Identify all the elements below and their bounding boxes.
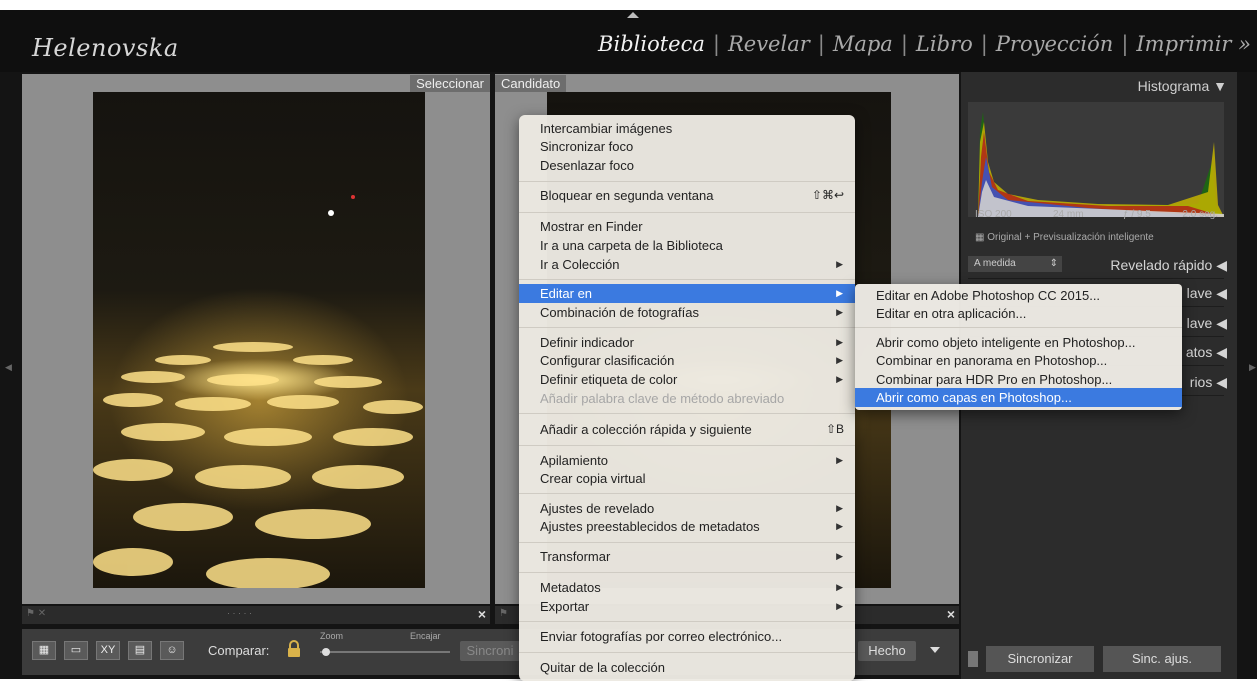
flag-icon[interactable]: ⚑ ✕ — [26, 608, 46, 619]
menu-swap-images[interactable]: Intercambiar imágenes — [519, 119, 855, 138]
menu-set-color-label[interactable]: Definir etiqueta de color ▶ — [519, 370, 855, 389]
preview-icon: ▦ — [975, 232, 988, 243]
submenu-panorama[interactable]: Combinar en panorama en Photoshop... — [855, 351, 1182, 370]
photo-lights — [93, 195, 423, 588]
menu-set-flag[interactable]: Definir indicador ▶ — [519, 333, 855, 352]
zoom-slider[interactable] — [320, 648, 450, 656]
submenu-edit-photoshop[interactable]: Editar en Adobe Photoshop CC 2015... — [855, 286, 1182, 305]
menu-stacking[interactable]: Apilamiento ▶ — [519, 451, 855, 470]
menu-metadata[interactable]: Metadatos ▶ — [519, 578, 855, 597]
module-bar: Helenovska Biblioteca | Revelar | Mapa | Libro… — [0, 10, 1257, 72]
close-select-icon[interactable]: × — [478, 606, 486, 622]
submenu-smart-object[interactable]: Abrir como objeto inteligente en Photosh… — [855, 333, 1182, 352]
module-revelar[interactable]: Revelar — [728, 32, 810, 56]
done-button[interactable]: Hecho — [858, 641, 916, 661]
menu-email-photos[interactable]: Enviar fotografías por correo electrónic… — [519, 627, 855, 646]
menu-photo-merge[interactable]: Combinación de fotografías ▶ — [519, 303, 855, 322]
iso-value: ISO 200 — [975, 209, 1012, 220]
survey-view-icon[interactable]: ▤ — [128, 641, 152, 660]
menu-develop-settings[interactable]: Ajustes de revelado ▶ — [519, 499, 855, 518]
right-panel-toggle-icon[interactable]: ▶ — [1249, 362, 1256, 373]
submenu-hdr-pro[interactable]: Combinar para HDR Pro en Photoshop... — [855, 370, 1182, 389]
menu-add-quick-collection[interactable]: Añadir a colección rápida y siguiente ⇧B — [519, 420, 855, 439]
select-photo[interactable] — [93, 92, 425, 588]
left-panel-toggle-icon[interactable]: ◀ — [5, 362, 12, 373]
menu-export[interactable]: Exportar ▶ — [519, 597, 855, 616]
fit-label: Encajar — [410, 631, 441, 641]
shutter-value: 2.0 seg. — [1182, 209, 1218, 220]
edit-in-submenu: Editar en Adobe Photoshop CC 2015... Edi… — [855, 284, 1182, 410]
menu-show-finder[interactable]: Mostrar en Finder — [519, 217, 855, 236]
quick-develop-title[interactable]: Revelado rápido ◀ — [1110, 257, 1227, 274]
zoom-label: Zoom — [320, 631, 344, 641]
compare-view-button[interactable]: XY — [96, 641, 120, 660]
comments-title[interactable]: rios ◀ — [1190, 374, 1227, 391]
context-menu: Intercambiar imágenes Sincronizar foco D… — [519, 115, 855, 681]
candidate-label: Candidato — [495, 75, 567, 92]
metadata-title[interactable]: atos ◀ — [1186, 344, 1227, 361]
histogram-graph — [978, 112, 1224, 217]
menu-create-virtual-copy[interactable]: Crear copia virtual — [519, 469, 855, 488]
identity-plate: Helenovska — [32, 34, 179, 62]
close-candidate-icon[interactable]: × — [947, 606, 955, 622]
compare-label: Comparar: — [208, 643, 270, 658]
focal-value: 24 mm — [1053, 209, 1084, 220]
sync-button-right[interactable]: Sincronizar — [986, 646, 1094, 672]
menu-remove-from-collection[interactable]: Quitar de la colección — [519, 658, 855, 677]
module-biblioteca[interactable]: Biblioteca — [598, 32, 705, 56]
sync-settings-button[interactable]: Sinc. ajus. — [1103, 646, 1221, 672]
menu-unlink-focus[interactable]: Desenlazar foco — [519, 156, 855, 175]
menu-metadata-presets[interactable]: Ajustes preestablecidos de metadatos ▶ — [519, 517, 855, 536]
keyword-list-title[interactable]: lave ◀ — [1187, 315, 1227, 332]
module-proyeccion[interactable]: Proyección — [996, 32, 1114, 56]
module-mapa[interactable]: Mapa — [833, 32, 893, 56]
select-pane-footer: ⚑ ✕ · · · · · × — [22, 606, 490, 624]
auto-sync-toggle[interactable] — [968, 651, 978, 667]
menu-lock-second-window[interactable]: Bloquear en segunda ventana ⇧⌘↩ — [519, 186, 855, 205]
histogram-title[interactable]: Histograma ▼ — [1138, 78, 1227, 94]
collapse-top-panel-icon[interactable] — [627, 12, 639, 18]
lock-icon[interactable] — [287, 640, 301, 658]
flag-icon[interactable]: ⚑ — [499, 608, 508, 619]
grid-view-icon[interactable]: ▦ — [32, 641, 56, 660]
menu-go-collection[interactable]: Ir a Colección ▶ — [519, 255, 855, 274]
submenu-edit-other-app[interactable]: Editar en otra aplicación... — [855, 304, 1182, 323]
sync-button[interactable]: Sincroni — [460, 641, 520, 661]
menu-edit-in[interactable]: Editar en ▶ — [519, 284, 855, 303]
rating-dots[interactable]: · · · · · — [227, 608, 252, 618]
menu-sync-focus[interactable]: Sincronizar foco — [519, 137, 855, 156]
module-imprimir[interactable]: Imprimir » — [1136, 32, 1251, 56]
toolbar-menu-icon[interactable] — [930, 647, 940, 653]
preset-select[interactable]: A medida ⇕ — [968, 256, 1062, 272]
menu-add-shortcut-keyword: Añadir palabra clave de método abreviado — [540, 391, 785, 406]
module-libro[interactable]: Libro — [916, 32, 973, 56]
loupe-view-icon[interactable]: ▭ — [64, 641, 88, 660]
select-pane[interactable]: Seleccionar — [22, 74, 490, 604]
preview-note: ▦ Original + Previsualización inteligent… — [975, 232, 1154, 243]
select-label: Seleccionar — [410, 75, 490, 92]
histogram — [968, 102, 1224, 217]
module-picker: Biblioteca | Revelar | Mapa | Libro | Proyección… — [598, 32, 1251, 56]
submenu-open-as-layers[interactable]: Abrir como capas en Photoshop... — [855, 388, 1182, 407]
menu-transform[interactable]: Transformar ▶ — [519, 547, 855, 566]
keywording-title[interactable]: lave ◀ — [1187, 285, 1227, 302]
menu-set-rating[interactable]: Configurar clasificación ▶ — [519, 351, 855, 370]
aperture-value: ƒ / 9.5 — [1123, 209, 1151, 220]
people-view-icon[interactable]: ☺ — [160, 641, 184, 660]
menu-go-folder[interactable]: Ir a una carpeta de la Biblioteca — [519, 236, 855, 255]
